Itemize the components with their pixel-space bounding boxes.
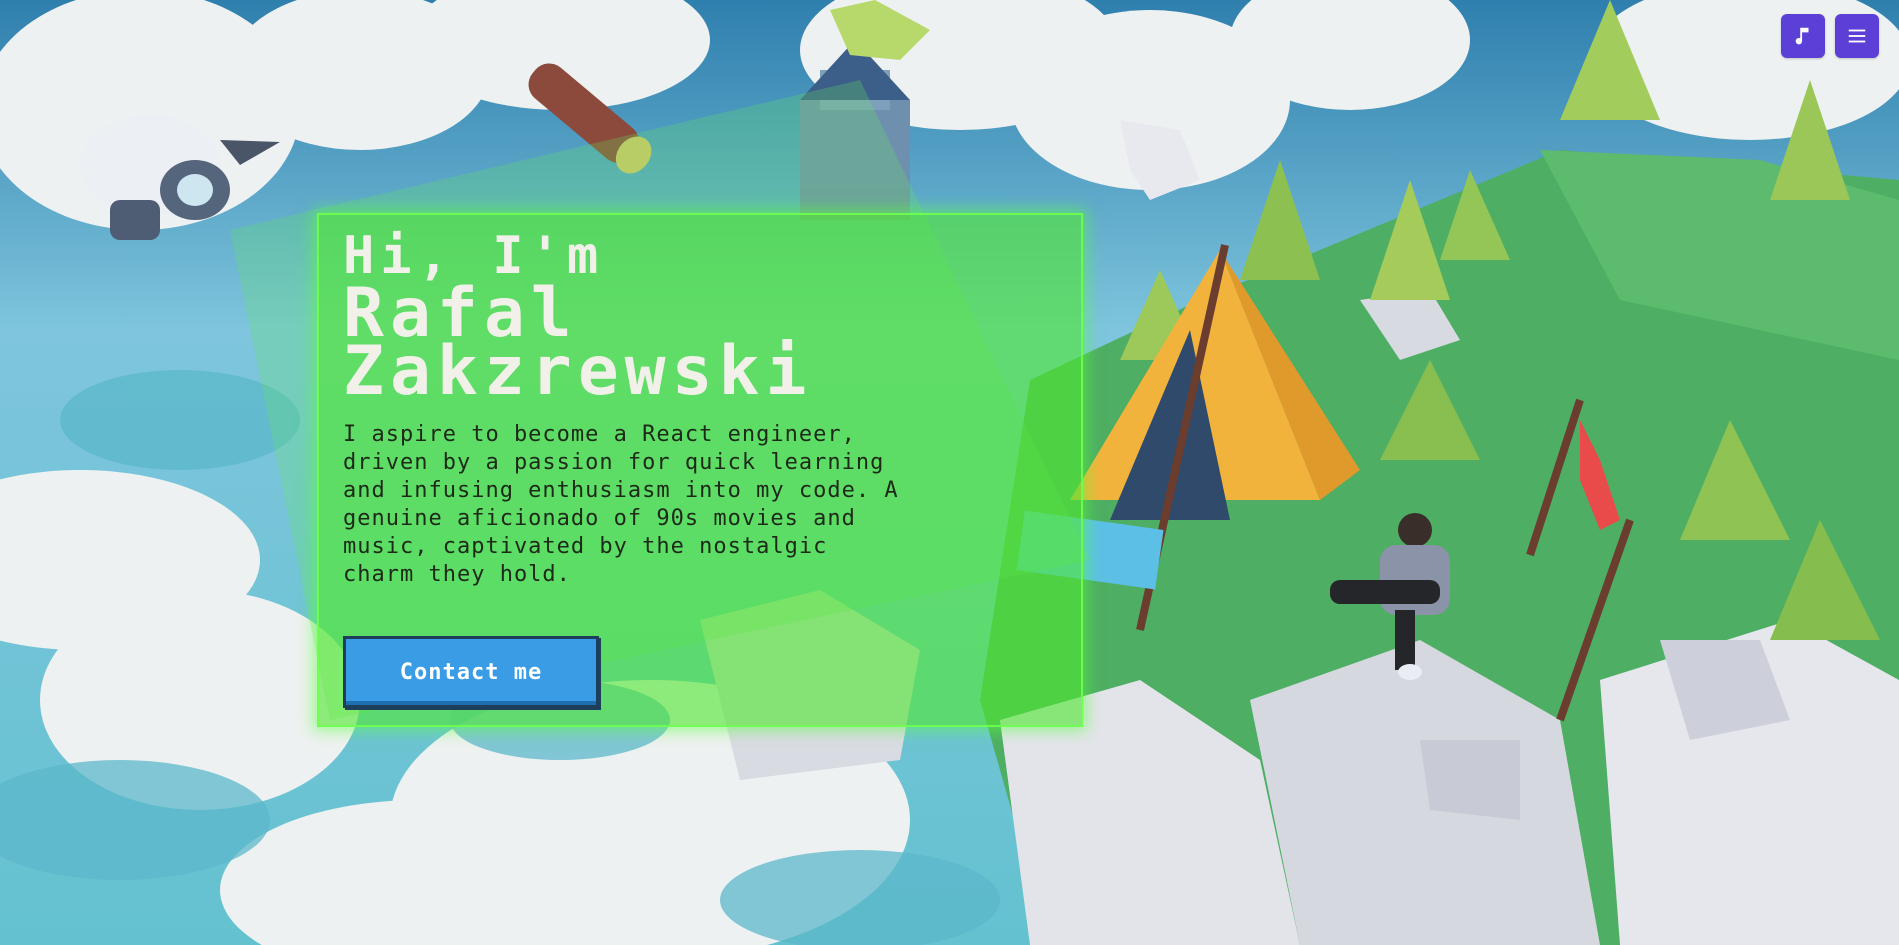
hamburger-menu-icon — [1848, 29, 1866, 43]
music-toggle-button[interactable] — [1781, 14, 1825, 58]
name-line-2: Zakzrewski — [343, 332, 813, 411]
bio-line: driven by a passion for quick learning — [343, 450, 885, 475]
bio-paragraph: I aspire to become a React engineer, dri… — [343, 421, 1063, 589]
music-note-icon — [1795, 27, 1809, 45]
bio-line: charm they hold. — [343, 562, 571, 587]
bio-line: I aspire to become a React engineer, — [343, 422, 856, 447]
menu-button[interactable] — [1835, 14, 1879, 58]
bio-line: music, captivated by the nostalgic — [343, 534, 828, 559]
bio-line: and infusing enthusiasm into my code. A — [343, 478, 899, 503]
top-right-controls — [1781, 14, 1879, 58]
contact-button[interactable]: Contact me — [343, 636, 599, 708]
hero-panel: Hi, I'm Rafal Zakzrewski I aspire to bec… — [317, 213, 1083, 727]
bio-line: genuine aficionado of 90s movies and — [343, 506, 856, 531]
